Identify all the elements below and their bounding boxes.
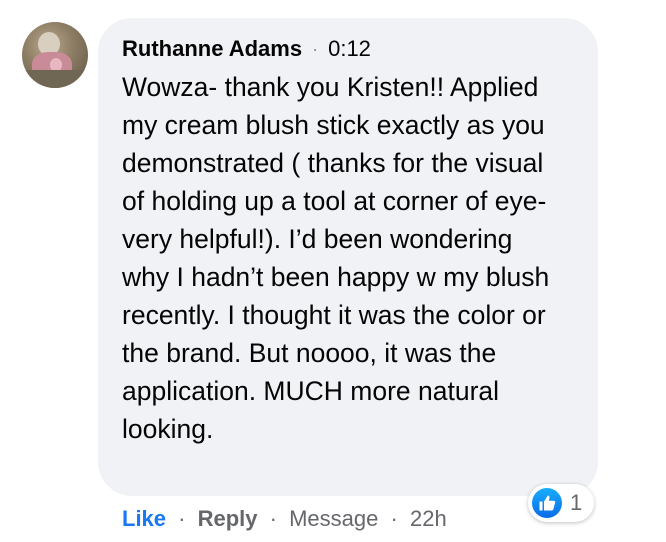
- comment-actions: Like · Reply · Message · 22h: [122, 502, 447, 536]
- action-separator: ·: [390, 506, 398, 531]
- avatar[interactable]: [22, 22, 88, 88]
- comment-age[interactable]: 22h: [410, 506, 447, 531]
- header-separator: ·: [312, 39, 319, 59]
- reaction-count: 1: [570, 490, 583, 515]
- like-thumbs-up-icon: [532, 488, 562, 518]
- like-link[interactable]: Like: [122, 506, 166, 531]
- action-separator: ·: [269, 506, 277, 531]
- action-separator: ·: [178, 506, 186, 531]
- comment-header: Ruthanne Adams · 0:12: [122, 34, 574, 64]
- comment-time[interactable]: 0:12: [328, 34, 371, 64]
- reaction-summary[interactable]: 1: [528, 484, 595, 522]
- comment-text: Wowza- thank you Kristen!! Applied my cr…: [122, 72, 550, 444]
- reply-link[interactable]: Reply: [198, 506, 258, 531]
- comment-bubble: Ruthanne Adams · 0:12 Wowza- thank you K…: [98, 18, 598, 496]
- message-link[interactable]: Message: [289, 506, 378, 531]
- author-name[interactable]: Ruthanne Adams: [122, 34, 302, 64]
